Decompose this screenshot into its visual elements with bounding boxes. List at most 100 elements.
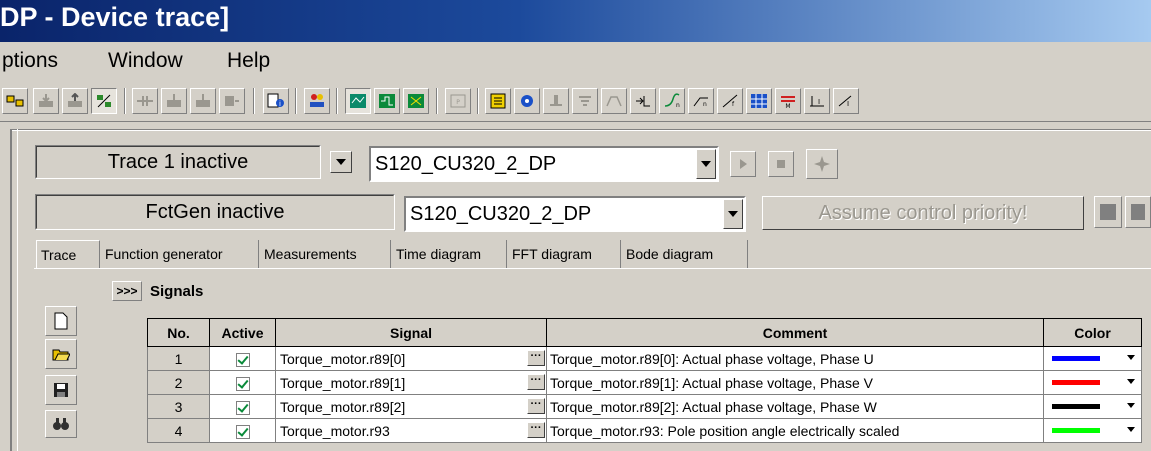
signal-cell[interactable]: Torque_motor.r93 ··· [275,418,547,443]
stop-icon [1131,204,1145,220]
active-checkbox[interactable] [209,394,276,419]
column-header-color[interactable]: Color [1043,318,1142,347]
info-icon[interactable]: i [263,88,289,114]
comment-cell: Torque_motor.r89[1]: Actual phase voltag… [546,370,1044,395]
tab-label: Measurements [264,246,357,262]
browse-button[interactable]: ··· [527,350,545,366]
upload-icon[interactable] [62,88,88,114]
color-select[interactable] [1043,346,1142,371]
open-folder-icon [52,349,70,361]
load-device-icon[interactable] [161,88,187,114]
tab-measurements[interactable]: Measurements [260,240,391,268]
limit-i-icon[interactable]: I [804,88,830,114]
trace-settings-button[interactable] [806,149,838,179]
color-select[interactable] [1043,418,1142,443]
limit-i2-icon[interactable]: I [833,88,859,114]
open-button[interactable] [45,339,77,369]
tab-fft-diagram[interactable]: FFT diagram [508,240,621,268]
curve-f-icon[interactable]: f [717,88,743,114]
data-grid-icon[interactable] [746,88,772,114]
search-button[interactable] [45,410,77,438]
comment-cell: Torque_motor.r89[0]: Actual phase voltag… [546,346,1044,371]
limit-m-icon[interactable]: M [775,88,801,114]
compare-icon[interactable] [91,88,117,114]
toolbar: i P n n f M I I [0,80,1151,122]
svg-text:P: P [456,99,460,106]
network-yellow-icon[interactable] [2,88,28,114]
tab-function-generator[interactable]: Function generator [101,240,259,268]
accessible-nodes-icon[interactable] [304,88,330,114]
tab-bode-diagram[interactable]: Bode diagram [622,240,748,268]
connect-icon[interactable] [132,88,158,114]
table-row[interactable]: 1 Torque_motor.r89[0] ··· Torque_motor.r8… [147,346,1142,371]
comment-cell: Torque_motor.r93: Pole position angle el… [546,418,1044,443]
row-number: 2 [147,370,210,395]
table-row[interactable]: 4 Torque_motor.r93 ··· Torque_motor.r93: … [147,418,1142,443]
step-icon[interactable] [630,88,656,114]
tab-time-diagram[interactable]: Time diagram [392,240,507,268]
curve-neg-n-icon[interactable]: n [688,88,714,114]
list-icon[interactable] [485,88,511,114]
signal-cell[interactable]: Torque_motor.r89[0] ··· [275,346,547,371]
expand-button[interactable]: >>> [112,281,142,301]
table-row[interactable]: 3 Torque_motor.r89[2] ··· Torque_motor.r8… [147,394,1142,419]
signal-cell[interactable]: Torque_motor.r89[1] ··· [275,370,547,395]
fctgen-start-button[interactable] [1094,196,1122,228]
measurement-view-icon[interactable] [403,88,429,114]
function-gen-view-icon[interactable] [374,88,400,114]
column-header-signal[interactable]: Signal [275,318,547,347]
toolbar-separator [436,88,438,114]
parameter-disabled-icon[interactable]: P [445,88,471,114]
toolbar-separator [124,88,126,114]
menu-bar: ptions Window Help [0,42,1151,80]
fctgen-stop-button[interactable] [1125,196,1151,228]
browse-button[interactable]: ··· [527,422,545,438]
row-number: 1 [147,346,210,371]
filter-icon[interactable] [572,88,598,114]
stop-icon [1100,204,1116,220]
trigger-icon[interactable] [543,88,569,114]
stop-trace-button[interactable] [768,151,794,177]
browse-button[interactable]: ··· [527,398,545,414]
copy-ram-rom-icon[interactable] [219,88,245,114]
ramp-icon[interactable] [601,88,627,114]
chevron-down-icon[interactable] [696,149,716,179]
trace-device-combo[interactable]: S120_CU320_2_DP [369,146,719,182]
chevron-down-icon[interactable] [723,199,743,229]
start-trace-button[interactable] [730,151,756,177]
assume-control-priority-button[interactable]: Assume control priority! [762,196,1084,230]
column-header-no[interactable]: No. [147,318,210,347]
trace-view-icon[interactable] [345,88,371,114]
trace-status-text: Trace 1 inactive [107,150,249,173]
table-row[interactable]: 2 Torque_motor.r89[1] ··· Torque_motor.r8… [147,370,1142,395]
checkmark-icon [235,352,250,367]
active-checkbox[interactable] [209,370,276,395]
save-button[interactable] [45,375,77,405]
active-checkbox[interactable] [209,418,276,443]
browse-button[interactable]: ··· [527,374,545,390]
svg-text:I: I [847,100,849,108]
signal-cell[interactable]: Torque_motor.r89[2] ··· [275,394,547,419]
tab-trace[interactable]: Trace [36,240,100,268]
color-select[interactable] [1043,394,1142,419]
column-header-active[interactable]: Active [209,318,276,347]
trace-select-dropdown[interactable] [330,151,352,173]
gear-icon[interactable] [514,88,540,114]
save-disk-icon [54,383,68,397]
menu-help[interactable]: Help [227,49,270,73]
color-select[interactable] [1043,370,1142,395]
checkmark-icon [235,376,250,391]
fctgen-device-combo[interactable]: S120_CU320_2_DP [404,196,746,232]
curve-n-icon[interactable]: n [659,88,685,114]
download-disabled-icon[interactable] [33,88,59,114]
fctgen-status-display: FctGen inactive [35,194,395,230]
color-swatch [1052,428,1100,433]
load-pg-icon[interactable] [190,88,216,114]
frame-border [10,129,1151,131]
new-signal-button[interactable] [45,306,77,336]
menu-options[interactable]: ptions [2,49,58,73]
signals-table: No. Active Signal Comment Color 1 Torque… [147,318,1142,443]
menu-window[interactable]: Window [108,49,183,73]
active-checkbox[interactable] [209,346,276,371]
column-header-comment[interactable]: Comment [546,318,1044,347]
